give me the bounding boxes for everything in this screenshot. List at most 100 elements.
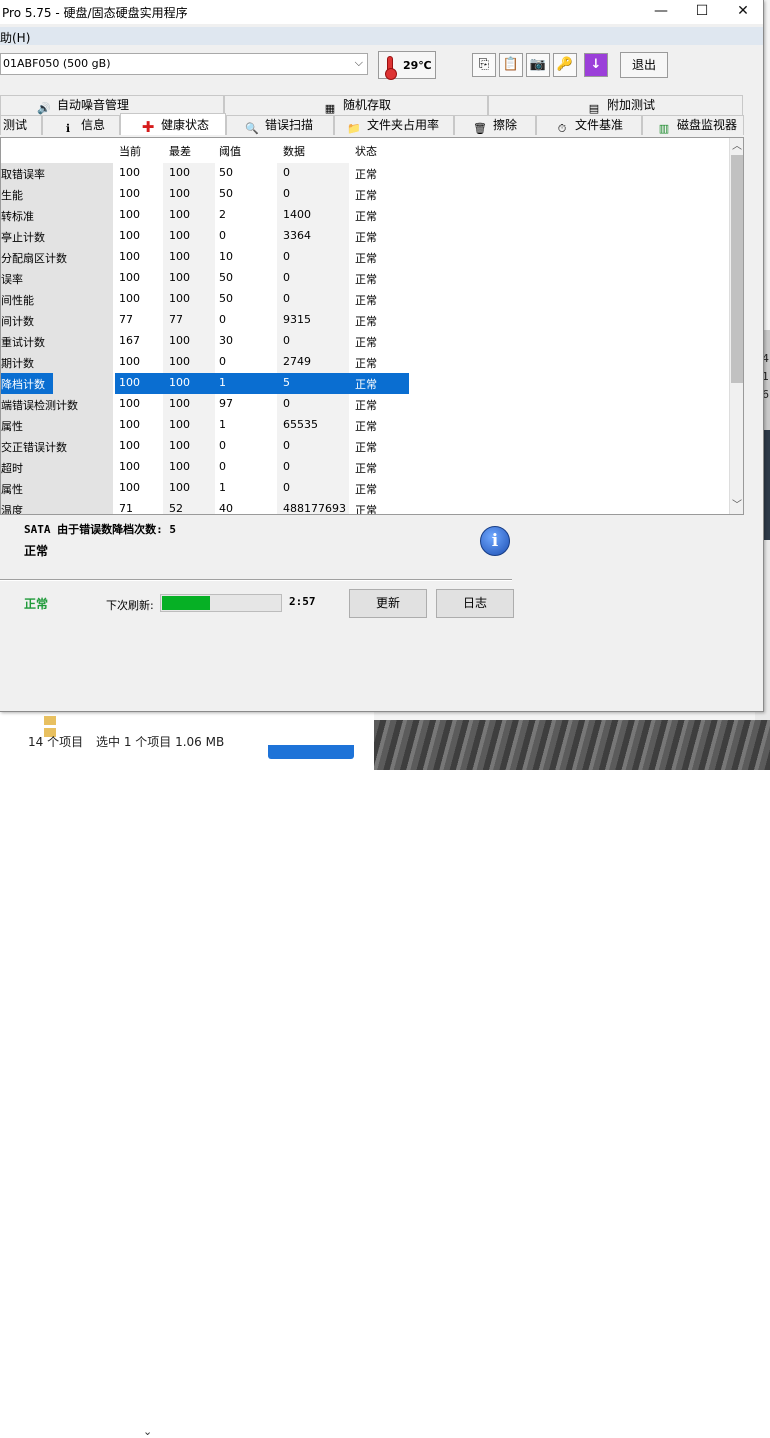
row-threshold: 0 — [219, 460, 226, 473]
camera-icon[interactable]: 📷 — [526, 53, 550, 77]
title-bar[interactable]: Pro 5.75 - 硬盘/固态硬盘实用程序 — ☐ ✕ — [0, 0, 763, 24]
refresh-countdown: 2:57 — [289, 595, 316, 608]
table-row[interactable]: 重试计数 167 100 30 0 正常 — [1, 331, 731, 352]
vertical-scrollbar[interactable]: ︿ ﹀ — [729, 138, 743, 514]
table-row[interactable]: 转标准 100 100 2 1400 正常 — [1, 205, 731, 226]
chart-icon: ▦ — [324, 102, 336, 115]
table-row[interactable]: 间计数 77 77 0 9315 正常 — [1, 310, 731, 331]
header-data[interactable]: 数据 — [283, 143, 305, 159]
header-status[interactable]: 状态 — [355, 143, 377, 159]
download-icon[interactable]: ↓ — [584, 53, 608, 77]
row-threshold: 97 — [219, 397, 233, 410]
table-row[interactable]: 生能 100 100 50 0 正常 — [1, 184, 731, 205]
row-status: 正常 — [355, 231, 377, 244]
divider — [0, 579, 512, 581]
tab-erase[interactable]: 🗑 擦除 — [454, 115, 536, 135]
maximize-button[interactable]: ☐ — [681, 0, 723, 22]
table-row[interactable]: 端错误检测计数 100 100 97 0 正常 — [1, 394, 731, 415]
minimize-button[interactable]: — — [640, 0, 682, 22]
row-current: 100 — [119, 439, 140, 452]
tab-error-scan[interactable]: 🔍 错误扫描 — [226, 115, 334, 135]
tab-info[interactable]: ℹ 信息 — [42, 115, 120, 135]
tab-aam[interactable]: 🔊 自动噪音管理 — [0, 95, 224, 115]
tab-folder-usage[interactable]: 📁 文件夹占用率 — [334, 115, 454, 135]
table-row[interactable]: 交正错误计数 100 100 0 0 正常 — [1, 436, 731, 457]
row-data: 0 — [283, 166, 290, 179]
row-worst: 100 — [169, 418, 190, 431]
row-status: 正常 — [355, 189, 377, 202]
table-row[interactable]: 期计数 100 100 0 2749 正常 — [1, 352, 731, 373]
table-row[interactable]: 分配扇区计数 100 100 10 0 正常 — [1, 247, 731, 268]
row-worst: 77 — [169, 313, 183, 326]
row-data: 0 — [283, 439, 290, 452]
header-threshold[interactable]: 阈值 — [219, 143, 241, 159]
header-current[interactable]: 当前 — [119, 143, 141, 159]
row-threshold: 30 — [219, 334, 233, 347]
row-name: 间计数 — [1, 315, 34, 328]
exit-button[interactable]: 退出 — [620, 52, 668, 78]
tab-extra-tests[interactable]: ▤ 附加测试 — [488, 95, 743, 115]
speaker-icon: 🔊 — [37, 102, 51, 115]
update-button[interactable]: 更新 — [349, 589, 427, 618]
table-row[interactable]: 取错误率 100 100 50 0 正常 — [1, 163, 731, 184]
row-worst: 100 — [169, 208, 190, 221]
table-row[interactable]: 间性能 100 100 50 0 正常 — [1, 289, 731, 310]
table-row[interactable]: 降档计数 100 100 1 5 正常 — [1, 373, 731, 394]
close-button[interactable]: ✕ — [722, 0, 764, 22]
table-row[interactable]: 亭止计数 100 100 0 3364 正常 — [1, 226, 731, 247]
overall-status: 正常 — [24, 597, 49, 611]
background-button[interactable] — [268, 745, 354, 759]
magnifier-icon: 🔍 — [245, 122, 259, 135]
row-name: 期计数 — [1, 357, 34, 370]
row-status: 正常 — [355, 483, 377, 496]
drive-select[interactable]: 01ABF050 (500 gB) ⌵ — [0, 53, 368, 75]
row-worst: 100 — [169, 355, 190, 368]
row-threshold: 2 — [219, 208, 226, 221]
row-status: 正常 — [355, 252, 377, 265]
row-name: 生能 — [1, 189, 23, 202]
row-current: 100 — [119, 292, 140, 305]
table-row[interactable]: 误率 100 100 50 0 正常 — [1, 268, 731, 289]
explorer-list-item[interactable] — [44, 714, 140, 726]
row-status: 正常 — [355, 378, 377, 391]
menu-help[interactable]: 助(H) — [0, 29, 30, 46]
tab-random-access[interactable]: ▦ 随机存取 — [224, 95, 488, 115]
toolbar: 01ABF050 (500 gB) ⌵ 29℃ ⎘ 📋 📷 🔑 ↓ 退出 — [0, 47, 763, 87]
row-name: 转标准 — [1, 210, 34, 223]
row-name: 取错误率 — [1, 168, 45, 181]
row-worst: 100 — [169, 250, 190, 263]
table-row[interactable]: 超时 100 100 0 0 正常 — [1, 457, 731, 478]
temperature-display[interactable]: 29℃ — [378, 51, 436, 80]
tab-label: 自动噪音管理 — [57, 98, 130, 112]
tab-label: 测试 — [3, 118, 28, 132]
tab-health[interactable]: ✚ 健康状态 — [120, 113, 226, 135]
chevron-down-icon[interactable]: ⌄ — [143, 1425, 152, 1438]
scroll-down-icon[interactable]: ﹀ — [730, 499, 743, 513]
row-threshold: 1 — [219, 481, 226, 494]
scroll-up-icon[interactable]: ︿ — [730, 140, 743, 154]
row-name: 亭止计数 — [1, 231, 45, 244]
row-name: 属性 — [1, 420, 23, 433]
row-data: 0 — [283, 397, 290, 410]
drive-select-value: 01ABF050 (500 gB) — [3, 57, 111, 70]
keys-icon[interactable]: 🔑 — [553, 53, 577, 77]
tab-disk-monitor[interactable]: ▥ 磁盘监视器 — [642, 115, 744, 135]
detail-title: SATA 由于错误数降档次数: 5 — [24, 523, 176, 536]
row-current: 100 — [119, 355, 140, 368]
table-row[interactable]: 属性 100 100 1 0 正常 — [1, 478, 731, 499]
tab-test[interactable]: 测试 — [0, 115, 42, 135]
table-row[interactable]: 温度 71 52 40 488177693 正常 — [1, 499, 731, 514]
tab-file-benchmark[interactable]: ⏱ 文件基准 — [536, 115, 642, 135]
row-status: 正常 — [355, 315, 377, 328]
row-threshold: 0 — [219, 355, 226, 368]
paste-icon[interactable]: 📋 — [499, 53, 523, 77]
log-button[interactable]: 日志 — [436, 589, 514, 618]
row-status: 正常 — [355, 294, 377, 307]
copy-icon[interactable]: ⎘ — [472, 53, 496, 77]
row-worst: 100 — [169, 460, 190, 473]
row-worst: 100 — [169, 166, 190, 179]
scrollbar-thumb[interactable] — [731, 155, 743, 383]
smart-table: 当前 最差 阈值 数据 状态 取错误率 100 100 50 0 正常 生能 100 100 50… — [0, 137, 744, 515]
table-row[interactable]: 属性 100 100 1 65535 正常 — [1, 415, 731, 436]
header-worst[interactable]: 最差 — [169, 143, 191, 159]
